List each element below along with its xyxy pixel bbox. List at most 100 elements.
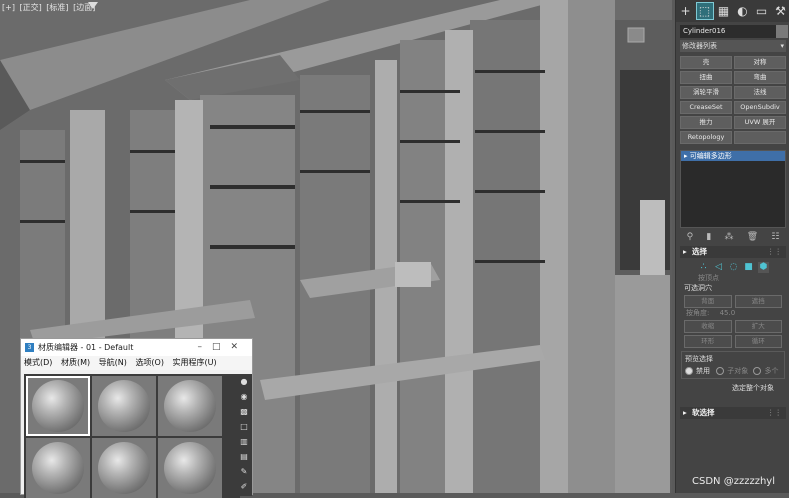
material-editor-titlebar[interactable]: 3 材质编辑器 - 01 - Default –□✕ xyxy=(21,339,252,356)
viewport-view-label[interactable]: [正交] xyxy=(20,3,42,12)
back-button[interactable]: 背面 xyxy=(684,295,732,308)
modifier-button[interactable]: 弯曲 xyxy=(734,71,786,84)
material-sphere xyxy=(164,380,216,432)
command-panel-tabs: + ⬚ ▦ ◐ ▭ ⚒ xyxy=(676,0,789,22)
motion-icon[interactable]: ◐ xyxy=(735,3,751,19)
collapse-icon: ▸ xyxy=(683,408,687,417)
disable-radio[interactable] xyxy=(685,367,693,375)
subobject-radio[interactable] xyxy=(716,367,725,375)
object-color-swatch[interactable] xyxy=(776,25,788,38)
modifier-button[interactable] xyxy=(734,131,786,144)
display-icon[interactable]: ▭ xyxy=(754,3,770,19)
material-slot[interactable] xyxy=(92,438,156,498)
multi-radio[interactable] xyxy=(753,367,762,375)
modifier-button[interactable]: OpenSubdiv xyxy=(734,101,786,114)
modifier-button[interactable]: Retopology xyxy=(680,131,732,144)
command-panel: + ⬚ ▦ ◐ ▭ ⚒ Cylinder016 修改器列表 ▾ 壳 对称 扭曲 … xyxy=(675,0,789,493)
viewport-shading-label[interactable]: [标准] xyxy=(46,3,68,12)
selection-row-2: 收缩 扩大 xyxy=(684,320,782,333)
selection-rollout-title: 选择 xyxy=(692,247,707,256)
app-icon: 3 xyxy=(25,343,34,352)
object-name-text: Cylinder016 xyxy=(683,27,726,35)
remove-modifier-icon[interactable]: 🗑 xyxy=(747,232,758,242)
modifier-list-dropdown[interactable]: 修改器列表 ▾ xyxy=(680,40,786,52)
video-color-check-icon[interactable]: ▥ xyxy=(239,436,250,447)
modifier-button[interactable]: 对称 xyxy=(734,56,786,69)
utilities-icon[interactable]: ⚒ xyxy=(773,3,789,19)
multi-label: 多个 xyxy=(764,367,779,375)
stack-item-editable-poly[interactable]: ▸ 可编辑多边形 xyxy=(681,151,785,161)
modifier-button[interactable]: CreaseSet xyxy=(680,101,732,114)
grow-button[interactable]: 扩大 xyxy=(734,320,782,333)
material-slot[interactable] xyxy=(92,376,156,436)
modifier-button-grid: 壳 对称 扭曲 弯曲 涡轮平滑 法线 CreaseSet OpenSubdiv … xyxy=(680,56,786,144)
modifier-button[interactable]: UVW 展开 xyxy=(734,116,786,129)
by-angle-label: 按角度: xyxy=(686,309,710,317)
subobject-level-icons: ∴ ◁ ◌ ■ ⬢ xyxy=(698,262,789,273)
material-slots xyxy=(24,374,240,498)
modifier-button[interactable]: 涡轮平滑 xyxy=(680,86,732,99)
angle-value[interactable]: 45.0 xyxy=(720,309,736,317)
pin-stack-icon[interactable]: ⚲ xyxy=(687,232,694,242)
sample-type-icon[interactable]: ● xyxy=(239,376,250,387)
sample-uv-icon[interactable]: □ xyxy=(239,421,250,432)
disable-label: 禁用 xyxy=(696,367,710,375)
modifier-button[interactable]: 法线 xyxy=(734,86,786,99)
menu-navigation[interactable]: 导航(N) xyxy=(99,358,127,367)
viewport-menu-plus[interactable]: [+] xyxy=(2,3,15,12)
loop-button[interactable]: 循环 xyxy=(734,335,782,348)
window-controls[interactable]: –□✕ xyxy=(197,339,248,356)
select-whole-object-button[interactable]: 选定整个对象 xyxy=(732,383,789,393)
make-preview-icon[interactable]: ▤ xyxy=(239,451,250,462)
edge-icon[interactable]: ◁ xyxy=(713,262,724,273)
menu-material[interactable]: 材质(M) xyxy=(61,358,90,367)
material-slot[interactable] xyxy=(158,438,222,498)
options-icon[interactable]: ✎ xyxy=(239,466,250,477)
soft-selection-title: 软选择 xyxy=(692,408,715,417)
background-icon[interactable]: ▩ xyxy=(239,406,250,417)
by-vertex-checkbox[interactable]: 按顶点 xyxy=(698,273,789,283)
modifier-stack[interactable]: ▸ 可编辑多边形 xyxy=(680,150,786,228)
modifier-button[interactable]: 扭曲 xyxy=(680,71,732,84)
selection-rollout-header[interactable]: ▸ 选择 ⋮⋮ xyxy=(680,246,786,258)
material-slot[interactable] xyxy=(158,376,222,436)
material-sphere xyxy=(98,442,150,494)
create-icon[interactable]: + xyxy=(678,3,694,19)
object-name-field[interactable]: Cylinder016 xyxy=(680,25,788,38)
material-slot[interactable] xyxy=(26,438,90,498)
preview-selection-group: 预览选择 禁用 子对象 多个 xyxy=(681,351,785,379)
vertex-icon[interactable]: ∴ xyxy=(698,262,709,273)
subobject-label: 子对象 xyxy=(727,367,749,375)
material-editor-window[interactable]: 3 材质编辑器 - 01 - Default –□✕ 模式(D) 材质(M) 导… xyxy=(20,338,253,498)
modifier-button[interactable]: 推力 xyxy=(680,116,732,129)
hierarchy-icon[interactable]: ▦ xyxy=(716,3,732,19)
menu-utilities[interactable]: 实用程序(U) xyxy=(173,358,217,367)
ring-button[interactable]: 环形 xyxy=(684,335,732,348)
viewport-label[interactable]: [+] [正交] [标准] [边面] xyxy=(2,2,97,13)
menu-mode[interactable]: 模式(D) xyxy=(24,358,52,367)
make-unique-icon[interactable]: ⁂ xyxy=(725,232,734,242)
border-icon[interactable]: ◌ xyxy=(728,262,739,273)
modify-icon[interactable]: ⬚ xyxy=(695,2,714,20)
menu-options[interactable]: 选项(O) xyxy=(135,358,164,367)
polygon-icon[interactable]: ■ xyxy=(743,262,754,273)
soft-selection-rollout-header[interactable]: ▸ 软选择 ⋮⋮ xyxy=(680,407,786,419)
by-angle-row[interactable]: 按角度: 45.0 xyxy=(686,308,789,318)
material-sphere xyxy=(98,380,150,432)
material-slot[interactable] xyxy=(26,376,90,436)
configure-sets-icon[interactable]: ☷ xyxy=(771,232,779,242)
material-editor-side-toolbar: ● ◉ ▩ □ ▥ ▤ ✎ ✐ xyxy=(236,374,252,496)
element-icon[interactable]: ⬢ xyxy=(758,262,769,273)
backlight-icon[interactable]: ◉ xyxy=(239,391,250,402)
material-sphere xyxy=(32,442,84,494)
shrink-button[interactable]: 收缩 xyxy=(684,320,732,333)
watermark: CSDN @zzzzzhyl xyxy=(692,476,775,487)
rollout-grip-icon: ⋮⋮ xyxy=(767,408,782,417)
funnel-icon[interactable] xyxy=(88,2,98,9)
show-end-result-icon[interactable]: ▮ xyxy=(706,232,711,242)
occlusion-button[interactable]: 遮挡 xyxy=(734,295,782,308)
material-editor-title: 材质编辑器 - 01 - Default xyxy=(38,343,134,352)
selectable-label: 可选洞穴 xyxy=(684,284,712,292)
select-by-material-icon[interactable]: ✐ xyxy=(239,481,250,492)
modifier-button[interactable]: 壳 xyxy=(680,56,732,69)
